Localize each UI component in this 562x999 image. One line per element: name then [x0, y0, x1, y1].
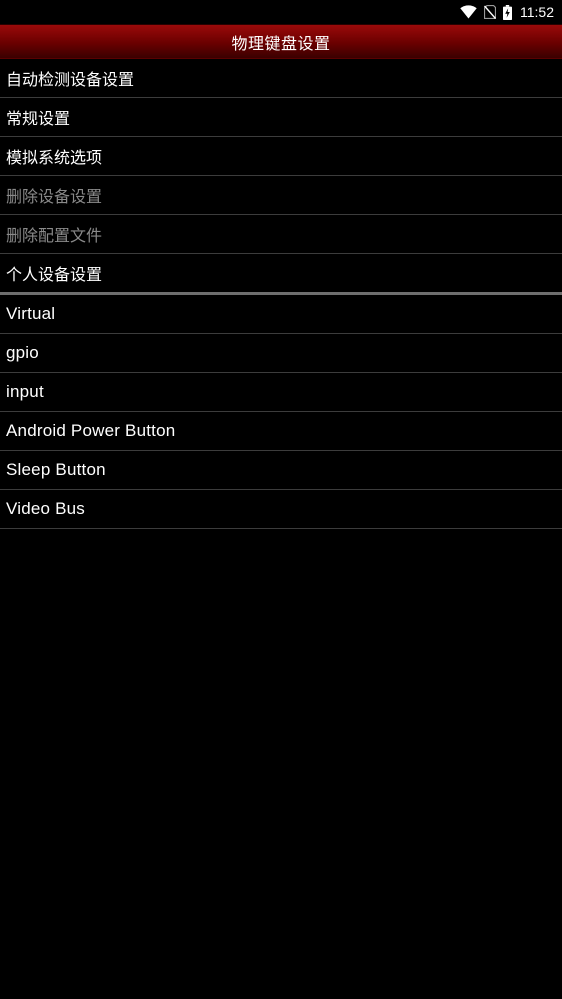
- list-item-label: Virtual: [6, 304, 56, 323]
- battery-charging-icon: [503, 4, 512, 20]
- list-item-label: 常规设置: [6, 109, 71, 128]
- status-time: 11:52: [520, 4, 554, 20]
- general-settings-item[interactable]: 常规设置: [0, 98, 562, 137]
- delete-profile-item: 删除配置文件: [0, 215, 562, 254]
- list-item-label: Video Bus: [6, 499, 85, 518]
- list-item-label: 删除设备设置: [6, 187, 103, 206]
- no-sim-icon: [484, 5, 496, 19]
- device-item-virtual[interactable]: Virtual: [0, 295, 562, 334]
- device-item-android-power-button[interactable]: Android Power Button: [0, 412, 562, 451]
- list-item-label: Android Power Button: [6, 421, 176, 440]
- device-item-video-bus[interactable]: Video Bus: [0, 490, 562, 529]
- list-item-label: input: [6, 382, 44, 401]
- auto-detect-device-settings-item[interactable]: 自动检测设备设置: [0, 59, 562, 98]
- wifi-icon: [460, 5, 477, 19]
- device-item-gpio[interactable]: gpio: [0, 334, 562, 373]
- status-bar: 11:52: [0, 0, 562, 24]
- settings-list: 自动检测设备设置 常规设置 模拟系统选项 删除设备设置 删除配置文件 个人设备设…: [0, 59, 562, 293]
- delete-device-settings-item: 删除设备设置: [0, 176, 562, 215]
- device-item-sleep-button[interactable]: Sleep Button: [0, 451, 562, 490]
- list-item-label: 个人设备设置: [6, 265, 103, 284]
- device-item-input[interactable]: input: [0, 373, 562, 412]
- list-item-label: gpio: [6, 343, 39, 362]
- list-item-label: 自动检测设备设置: [6, 70, 135, 89]
- title-bar: 物理键盘设置: [0, 24, 562, 59]
- list-item-label: 删除配置文件: [6, 226, 103, 245]
- list-item-label: Sleep Button: [6, 460, 106, 479]
- emulate-system-options-item[interactable]: 模拟系统选项: [0, 137, 562, 176]
- personal-device-settings-item[interactable]: 个人设备设置: [0, 254, 562, 293]
- device-list: Virtual gpio input Android Power Button …: [0, 295, 562, 529]
- page-title: 物理键盘设置: [231, 33, 331, 53]
- list-item-label: 模拟系统选项: [6, 148, 103, 167]
